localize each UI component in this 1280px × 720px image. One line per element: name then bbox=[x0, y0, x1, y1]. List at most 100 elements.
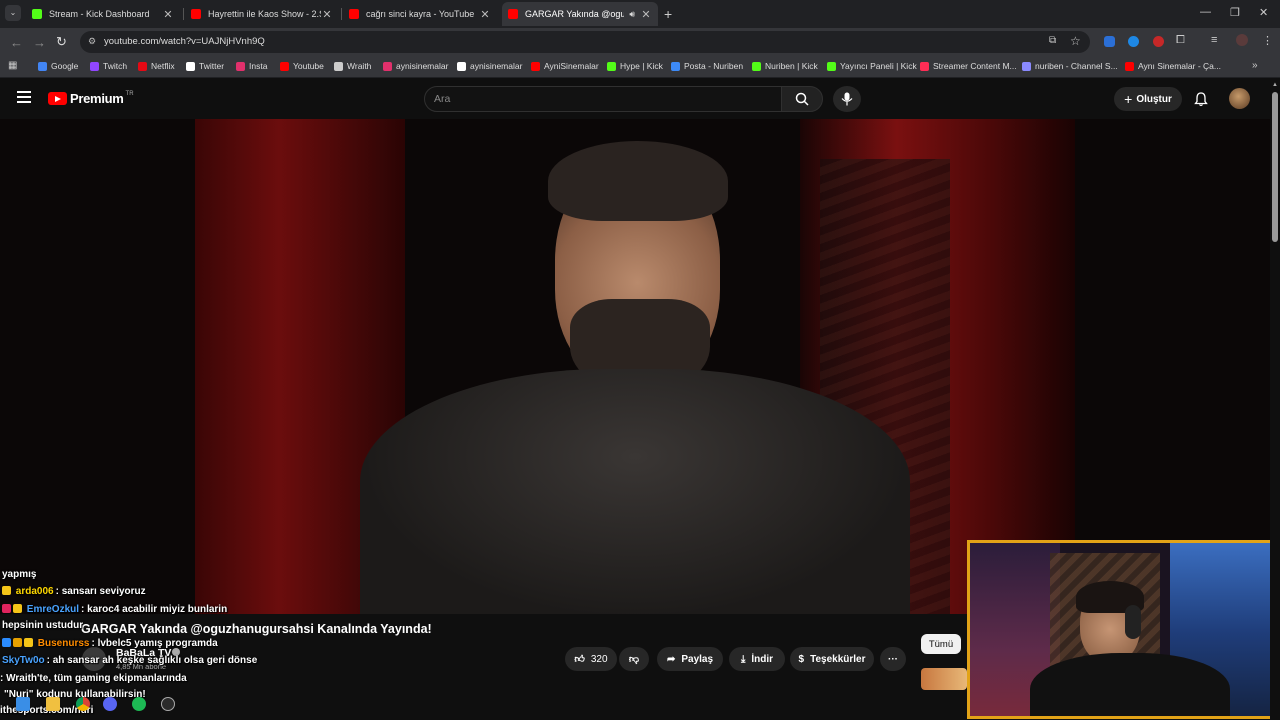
speaker-icon[interactable]: 🔊︎ bbox=[629, 9, 635, 20]
bookmark-item[interactable]: AyniSinemalar bbox=[531, 61, 599, 71]
bookmark-item[interactable]: Yayıncı Paneli | Kick bbox=[827, 61, 917, 71]
video-title: GARGAR Yakında @oguzhanugursahsi Kanalın… bbox=[81, 622, 432, 636]
bookmark-item[interactable]: Hype | Kick bbox=[607, 61, 663, 71]
kick-icon bbox=[752, 61, 761, 71]
scroll-up-arrow[interactable]: ▲ bbox=[1272, 82, 1278, 88]
shield-extension-icon[interactable] bbox=[1104, 36, 1115, 47]
site-info-icon[interactable]: ⚙ bbox=[88, 36, 96, 47]
bookmark-item[interactable]: Insta bbox=[236, 61, 267, 71]
youtube-premium-logo[interactable]: Premium TR bbox=[48, 91, 134, 106]
chrome-icon[interactable] bbox=[76, 697, 90, 711]
microphone-icon bbox=[841, 92, 853, 106]
chat-username: arda006 bbox=[15, 586, 54, 597]
bookmark-label: nuriben - Channel S... bbox=[1035, 61, 1118, 71]
close-icon[interactable]: ✕ bbox=[479, 8, 491, 21]
kick-icon bbox=[607, 61, 616, 71]
search-icon bbox=[795, 92, 809, 106]
streamer-icon bbox=[920, 61, 929, 71]
url-text[interactable]: youtube.com/watch?v=UAJNjHVnh9Q bbox=[104, 36, 265, 47]
youtube-icon bbox=[191, 9, 201, 19]
back-icon[interactable]: ← bbox=[10, 35, 23, 50]
bookmark-label: Yayıncı Paneli | Kick bbox=[840, 61, 917, 71]
bookmark-item[interactable]: Netflix bbox=[138, 61, 175, 71]
tab-gargar-active[interactable]: GARGAR Yakında @oguzha 🔊︎ ✕ bbox=[502, 2, 658, 26]
bookmark-item[interactable]: Nuriben | Kick bbox=[752, 61, 818, 71]
apps-grid-icon[interactable]: ▦ bbox=[8, 60, 17, 71]
wraith-icon bbox=[334, 61, 343, 71]
bookmark-item[interactable]: aynisinemalar bbox=[383, 61, 448, 71]
new-tab-button[interactable]: + bbox=[664, 6, 672, 22]
bookmark-label: Insta bbox=[249, 61, 268, 71]
create-button[interactable]: + Oluştur bbox=[1114, 87, 1182, 111]
bookmark-item[interactable]: Twitch bbox=[90, 61, 127, 71]
file-explorer-icon[interactable] bbox=[46, 697, 60, 711]
extensions-puzzle-icon[interactable]: ⧠ bbox=[1176, 34, 1185, 47]
tab-kick-dashboard[interactable]: Stream - Kick Dashboard ✕ bbox=[26, 2, 180, 26]
filter-all-chip[interactable]: Tümü bbox=[921, 634, 961, 654]
spotify-icon[interactable] bbox=[132, 697, 146, 711]
bookmark-item[interactable]: Youtube bbox=[280, 61, 324, 71]
mod-badge-icon bbox=[2, 638, 11, 647]
youtube-icon bbox=[508, 9, 518, 19]
tab-kaos-show[interactable]: Hayrettin ile Kaos Show - 2.Sez ✕ bbox=[185, 2, 339, 26]
close-icon[interactable]: ✕ bbox=[321, 8, 333, 21]
discord-icon[interactable] bbox=[103, 697, 117, 711]
adblock-extension-icon[interactable] bbox=[1153, 36, 1164, 47]
close-icon[interactable]: ✕ bbox=[640, 8, 652, 21]
more-bookmarks-icon[interactable]: » bbox=[1252, 60, 1258, 71]
dislike-button[interactable]: 👎︎ bbox=[619, 647, 649, 671]
tab-search-button[interactable]: ⌄ bbox=[5, 5, 21, 21]
account-avatar[interactable] bbox=[1229, 88, 1250, 109]
chat-text: hepsinin ustudur bbox=[2, 620, 84, 631]
like-count: 320 bbox=[590, 653, 608, 665]
obs-icon[interactable] bbox=[161, 697, 175, 711]
share-button[interactable]: ➦ Paylaş bbox=[657, 647, 723, 671]
netflix-icon bbox=[138, 61, 147, 71]
bookmark-star-icon[interactable]: ☆ bbox=[1070, 34, 1081, 48]
windows-start-icon[interactable] bbox=[16, 697, 30, 711]
bookmark-item[interactable]: Aynı Sinemalar - Ça... bbox=[1125, 61, 1221, 71]
like-button[interactable]: 👍︎ 320 bbox=[565, 647, 617, 671]
x-icon bbox=[457, 61, 466, 71]
download-button[interactable]: ⤓ İndir bbox=[729, 647, 785, 671]
bookmark-item[interactable]: Streamer Content M... bbox=[920, 61, 1017, 71]
bookmark-item[interactable]: aynisinemalar bbox=[457, 61, 522, 71]
bookmark-item[interactable]: Google bbox=[38, 61, 78, 71]
chat-text: : karoc4 acabilir miyiz bunlarin bbox=[81, 604, 228, 615]
maximize-icon[interactable]: ❐ bbox=[1230, 6, 1240, 19]
thumbs-up-icon: 👍︎ bbox=[574, 654, 585, 665]
minimize-icon[interactable]: — bbox=[1200, 6, 1211, 18]
tab-cagri-sinci[interactable]: cağrı sinci kayra - YouTube ✕ bbox=[343, 2, 497, 26]
window-close-icon[interactable]: ✕ bbox=[1259, 6, 1268, 19]
related-video-thumbnail[interactable] bbox=[921, 668, 967, 690]
vpn-extension-icon[interactable] bbox=[1128, 36, 1139, 47]
media-control-icon[interactable]: ≡ bbox=[1211, 34, 1217, 46]
sub-badge-icon bbox=[24, 638, 33, 647]
profile-icon[interactable] bbox=[1236, 34, 1248, 46]
thanks-button[interactable]: $ Teşekkürler bbox=[790, 647, 874, 671]
menu-icon[interactable] bbox=[17, 91, 31, 103]
close-icon[interactable]: ✕ bbox=[162, 8, 174, 21]
channel-icon bbox=[1022, 61, 1031, 71]
bookmark-item[interactable]: Posta - Nuriben bbox=[671, 61, 743, 71]
chat-text: : ah sansar ah keşke sağlıklı olsa geri … bbox=[46, 655, 258, 666]
scrollbar-thumb[interactable] bbox=[1272, 92, 1278, 242]
forward-icon[interactable]: → bbox=[33, 35, 46, 50]
search-input[interactable] bbox=[424, 86, 782, 112]
cast-icon[interactable]: ⧉ bbox=[1049, 35, 1056, 46]
bookmark-label: Hype | Kick bbox=[620, 61, 663, 71]
browser-menu-icon[interactable]: ⋮ bbox=[1262, 34, 1273, 47]
search-button[interactable] bbox=[781, 86, 823, 112]
notifications-bell-icon[interactable] bbox=[1194, 92, 1208, 107]
more-icon: ··· bbox=[888, 653, 898, 665]
bookmark-item[interactable]: nuriben - Channel S... bbox=[1022, 61, 1118, 71]
chat-line: EmreOzkul: karoc4 acabilir miyiz bunlari… bbox=[2, 604, 227, 615]
voice-search-button[interactable] bbox=[833, 86, 861, 112]
more-actions-button[interactable]: ··· bbox=[880, 647, 906, 671]
chat-text: : Wraith'te, tüm gaming ekipmanlarında bbox=[0, 673, 187, 684]
bookmark-item[interactable]: Twitter bbox=[186, 61, 224, 71]
search-placeholder: Ara bbox=[434, 93, 451, 105]
tab-title: Hayrettin ile Kaos Show - 2.Sez bbox=[208, 9, 321, 19]
bookmark-item[interactable]: Wraith bbox=[334, 61, 371, 71]
reload-icon[interactable]: ↻ bbox=[56, 34, 67, 50]
